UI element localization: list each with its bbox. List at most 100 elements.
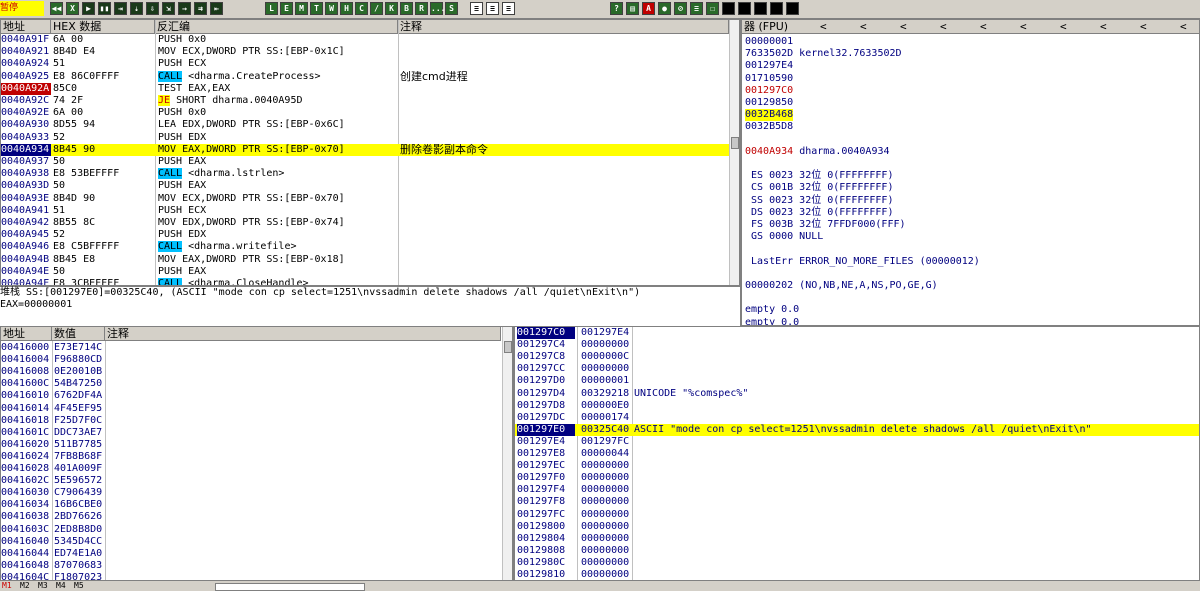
window-button-12[interactable]: S — [445, 2, 458, 15]
col-header-comment[interactable]: 注释 — [398, 20, 729, 34]
disasm-row[interactable]: 0040A92E 6A 00 PUSH 0x0 — [1, 107, 729, 119]
option-button-1[interactable]: ▤ — [626, 2, 639, 15]
register-line[interactable]: SS 0023 32位 0(FFFFFFFF) — [745, 195, 893, 207]
toolbar-button-2[interactable]: ▶ — [82, 2, 95, 15]
fpu-nav-arrow-0[interactable]: < — [820, 20, 827, 33]
dump-row[interactable]: 0041600C 54B47250 — [1, 378, 501, 390]
memory-dump-pane[interactable]: 地址 数值 注释 00416000 E73E714C 00416004 F96880C… — [0, 326, 513, 581]
toolbar-slot-1[interactable] — [738, 2, 751, 15]
stack-row[interactable]: 001297DC 00000174 — [515, 412, 1199, 424]
stack-row[interactable]: 001297EC 00000000 — [515, 460, 1199, 472]
disasm-row[interactable]: 0040A93E 8B4D 90 MOV ECX,DWORD PTR SS:[EBP… — [1, 193, 729, 205]
dump-row[interactable]: 00416048 87070683 — [1, 560, 501, 572]
register-line[interactable]: CS 001B 32位 0(FFFFFFFF) — [745, 182, 893, 194]
option-button-3[interactable]: ● — [658, 2, 671, 15]
window-button-4[interactable]: W — [325, 2, 338, 15]
register-line[interactable]: empty 0.0 — [745, 317, 799, 325]
stack-row[interactable]: 00129810 00000000 — [515, 569, 1199, 580]
disasm-row[interactable]: 0040A921 8B4D E4 MOV ECX,DWORD PTR SS:[EBP… — [1, 46, 729, 58]
dump-row[interactable]: 00416020 511B7785 — [1, 439, 501, 451]
disasm-scroll-thumb[interactable] — [731, 137, 739, 149]
stack-row[interactable]: 001297F0 00000000 — [515, 472, 1199, 484]
register-line[interactable]: 00129850 — [745, 97, 793, 109]
dump-row[interactable]: 00416014 4F45EF95 — [1, 403, 501, 415]
registers-pane[interactable]: 器 (FPU) < < < < < < < < < < 00000001 7633502D kern… — [740, 19, 1200, 326]
dump-row[interactable]: 00416018 F25D7F0C — [1, 415, 501, 427]
dump-header-value[interactable]: 数值 — [52, 327, 105, 341]
fpu-nav-arrow-8[interactable]: < — [1140, 20, 1147, 33]
command-input[interactable] — [215, 583, 365, 591]
stack-row[interactable]: 001297D8 000000E0 — [515, 400, 1199, 412]
stack-row[interactable]: 001297D0 00000001 — [515, 375, 1199, 387]
fpu-nav-arrow-9[interactable]: < — [1180, 20, 1187, 33]
dump-row[interactable]: 0041602C 5E596572 — [1, 475, 501, 487]
dump-row[interactable]: 00416008 0E20010B — [1, 366, 501, 378]
dump-header-comment[interactable]: 注释 — [105, 327, 501, 341]
dump-scroll-thumb[interactable] — [504, 341, 512, 353]
disassembly-pane[interactable]: 地址 HEX 数据 反汇编 注释 0040A91F 6A 00 PUSH 0x0 00… — [0, 19, 740, 286]
register-line[interactable]: DS 0023 32位 0(FFFFFFFF) — [745, 207, 893, 219]
fpu-nav-arrow-4[interactable]: < — [980, 20, 987, 33]
fpu-nav-arrow-2[interactable]: < — [900, 20, 907, 33]
window-button-3[interactable]: T — [310, 2, 323, 15]
disasm-row[interactable]: 0040A941 51 PUSH ECX — [1, 205, 729, 217]
disasm-row[interactable]: 0040A925 E8 86C0FFFF CALL <dharma.CreatePr… — [1, 70, 729, 83]
register-line[interactable]: GS 0000 NULL — [745, 231, 823, 243]
disasm-row[interactable]: 0040A92C 74 2F JE SHORT dharma.0040A95D — [1, 95, 729, 107]
toolbar-button-1[interactable]: X — [66, 2, 79, 15]
stack-row[interactable]: 001297C8 0000000C — [515, 351, 1199, 363]
dump-tab-5[interactable]: M5 — [74, 581, 84, 591]
disasm-row[interactable]: 0040A94E 50 PUSH EAX — [1, 266, 729, 278]
stack-row[interactable]: 001297E8 00000044 — [515, 448, 1199, 460]
option-button-6[interactable]: ☐ — [706, 2, 719, 15]
register-line[interactable]: 001297C0 — [745, 85, 793, 97]
dump-row[interactable]: 00416034 16B6CBE0 — [1, 499, 501, 511]
stack-row[interactable]: 001297F4 00000000 — [515, 484, 1199, 496]
disasm-row[interactable]: 0040A924 51 PUSH ECX — [1, 58, 729, 70]
toolbar-button-7[interactable]: ⇲ — [162, 2, 175, 15]
window-button-1[interactable]: E — [280, 2, 293, 15]
dump-row[interactable]: 00416040 5345D4CC — [1, 536, 501, 548]
stack-row[interactable]: 001297F8 00000000 — [515, 496, 1199, 508]
window-button-8[interactable]: K — [385, 2, 398, 15]
window-button-7[interactable]: / — [370, 2, 383, 15]
register-line[interactable]: ES 0023 32位 0(FFFFFFFF) — [745, 170, 893, 182]
option-button-4[interactable]: ⊘ — [674, 2, 687, 15]
stack-row[interactable]: 001297C4 00000000 — [515, 339, 1199, 351]
disasm-row[interactable]: 0040A94B 8B45 E8 MOV EAX,DWORD PTR SS:[EBP… — [1, 254, 729, 266]
col-header-address[interactable]: 地址 — [1, 20, 51, 34]
disasm-row[interactable]: 0040A938 E8 53BEFFFF CALL <dharma.lstrlen> — [1, 168, 729, 180]
fpu-nav-arrow-3[interactable]: < — [940, 20, 947, 33]
register-line[interactable]: 00000202 (NO,NB,NE,A,NS,PO,GE,G) — [745, 280, 938, 292]
dump-row[interactable]: 0041603C 2ED8B8D0 — [1, 524, 501, 536]
register-line[interactable]: 0032B468 — [745, 109, 794, 122]
register-line[interactable]: 01710590 — [745, 73, 793, 85]
disasm-row[interactable]: 0040A91F 6A 00 PUSH 0x0 — [1, 34, 729, 46]
register-line[interactable]: 7633502D kernel32.7633502D — [745, 48, 902, 60]
stack-row[interactable]: 00129800 00000000 — [515, 521, 1199, 533]
stack-row[interactable]: 001297E0 00325C40 ASCII "mode con cp selec… — [515, 423, 1199, 436]
dump-row[interactable]: 00416028 401A009F — [1, 463, 501, 475]
dump-scrollbar[interactable] — [502, 327, 512, 580]
register-line[interactable]: empty 0.0 — [745, 304, 799, 316]
register-line[interactable]: 0032B5D8 — [745, 121, 793, 133]
stack-row[interactable]: 001297C0 001297E4 — [515, 327, 1199, 339]
toolbar-button-4[interactable]: ⇥ — [114, 2, 127, 15]
dump-tab-4[interactable]: M4 — [56, 581, 66, 591]
disasm-row[interactable]: 0040A933 52 PUSH EDX — [1, 132, 729, 144]
stack-row[interactable]: 00129804 00000000 — [515, 533, 1199, 545]
disasm-row[interactable]: 0040A945 52 PUSH EDX — [1, 229, 729, 241]
option-button-2[interactable]: A — [642, 2, 655, 15]
dump-tab-2[interactable]: M2 — [20, 581, 30, 591]
option-button-5[interactable]: ≡ — [690, 2, 703, 15]
disasm-row[interactable]: 0040A94F E8 3CBEFFFF CALL <dharma.CloseHan… — [1, 278, 729, 285]
window-button-2[interactable]: M — [295, 2, 308, 15]
dump-row[interactable]: 00416044 ED74E1A0 — [1, 548, 501, 560]
dump-row[interactable]: 00416000 E73E714C — [1, 342, 501, 354]
stack-row[interactable]: 00129808 00000000 — [515, 545, 1199, 557]
dump-tab-3[interactable]: M3 — [38, 581, 48, 591]
dump-tab-1[interactable]: M1 — [2, 581, 12, 591]
fpu-nav-arrow-1[interactable]: < — [860, 20, 867, 33]
fpu-nav-arrow-7[interactable]: < — [1100, 20, 1107, 33]
toolbar-slot-0[interactable] — [722, 2, 735, 15]
